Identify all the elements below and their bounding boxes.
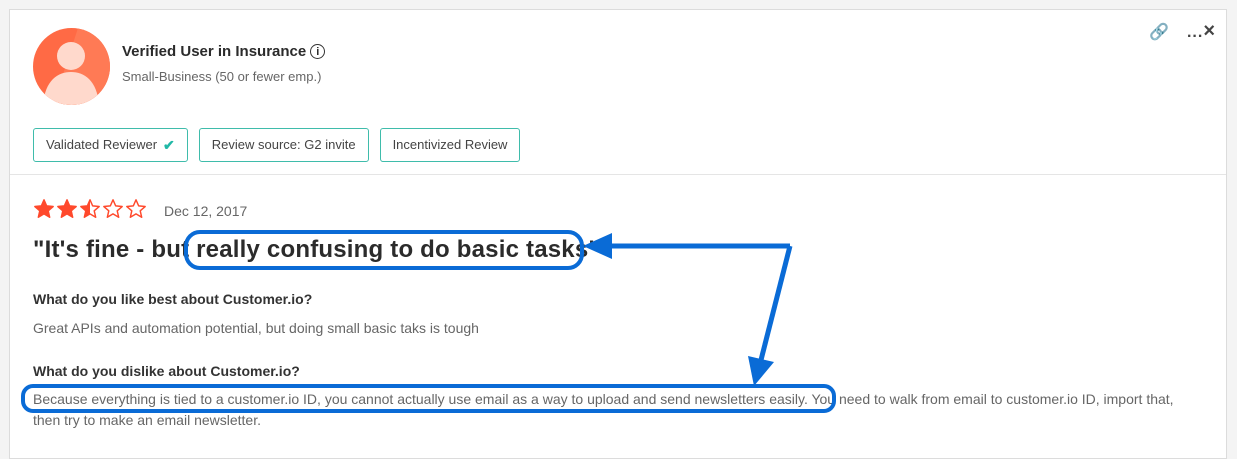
reviewer-name: Verified User in Insurance i bbox=[122, 43, 326, 60]
question-dislike: What do you dislike about Customer.io? bbox=[33, 363, 300, 379]
more-label: ... bbox=[1186, 24, 1204, 41]
reviewer-name-text: Verified User in Insurance bbox=[122, 43, 307, 60]
answer-dislike: Because everything is tied to a customer… bbox=[33, 391, 1174, 428]
answer-like: Great APIs and automation potential, but… bbox=[33, 320, 479, 336]
badge-label: Review source: G2 invite bbox=[211, 137, 356, 152]
validated-reviewer-badge[interactable]: Validated Reviewer ✔ bbox=[33, 128, 188, 162]
divider bbox=[10, 174, 1226, 175]
badge-label: Validated Reviewer bbox=[46, 137, 158, 152]
incentivized-review-badge[interactable]: Incentivized Review bbox=[379, 128, 521, 162]
star-full-icon bbox=[34, 199, 54, 218]
reviewer-segment: Small-Business (50 or fewer emp.) bbox=[122, 69, 322, 84]
star-rating bbox=[33, 198, 147, 220]
star-empty-icon bbox=[126, 199, 146, 218]
star-full-icon bbox=[57, 199, 77, 218]
avatar bbox=[33, 28, 110, 105]
user-silhouette-icon bbox=[43, 28, 110, 105]
review-title: "It's fine - but really confusing to do … bbox=[33, 236, 600, 263]
checkmark-icon: ✔ bbox=[163, 137, 175, 153]
close-icon[interactable]: × bbox=[1203, 20, 1216, 42]
more-options-icon[interactable]: ...× bbox=[1187, 20, 1216, 43]
review-date: Dec 12, 2017 bbox=[164, 203, 248, 219]
badges: Validated Reviewer ✔ Review source: G2 i… bbox=[33, 128, 521, 162]
info-icon[interactable]: i bbox=[310, 44, 326, 59]
question-like: What do you like best about Customer.io? bbox=[33, 291, 313, 307]
card-actions: 🔗 ...× bbox=[1149, 20, 1216, 43]
review-source-badge[interactable]: Review source: G2 invite bbox=[198, 128, 369, 162]
link-icon[interactable]: 🔗 bbox=[1149, 22, 1169, 42]
review-card: Verified User in Insurance i Small-Busine… bbox=[9, 9, 1227, 459]
star-empty-icon bbox=[103, 199, 123, 218]
star-half-icon bbox=[80, 199, 100, 218]
badge-label: Incentivized Review bbox=[392, 137, 508, 152]
